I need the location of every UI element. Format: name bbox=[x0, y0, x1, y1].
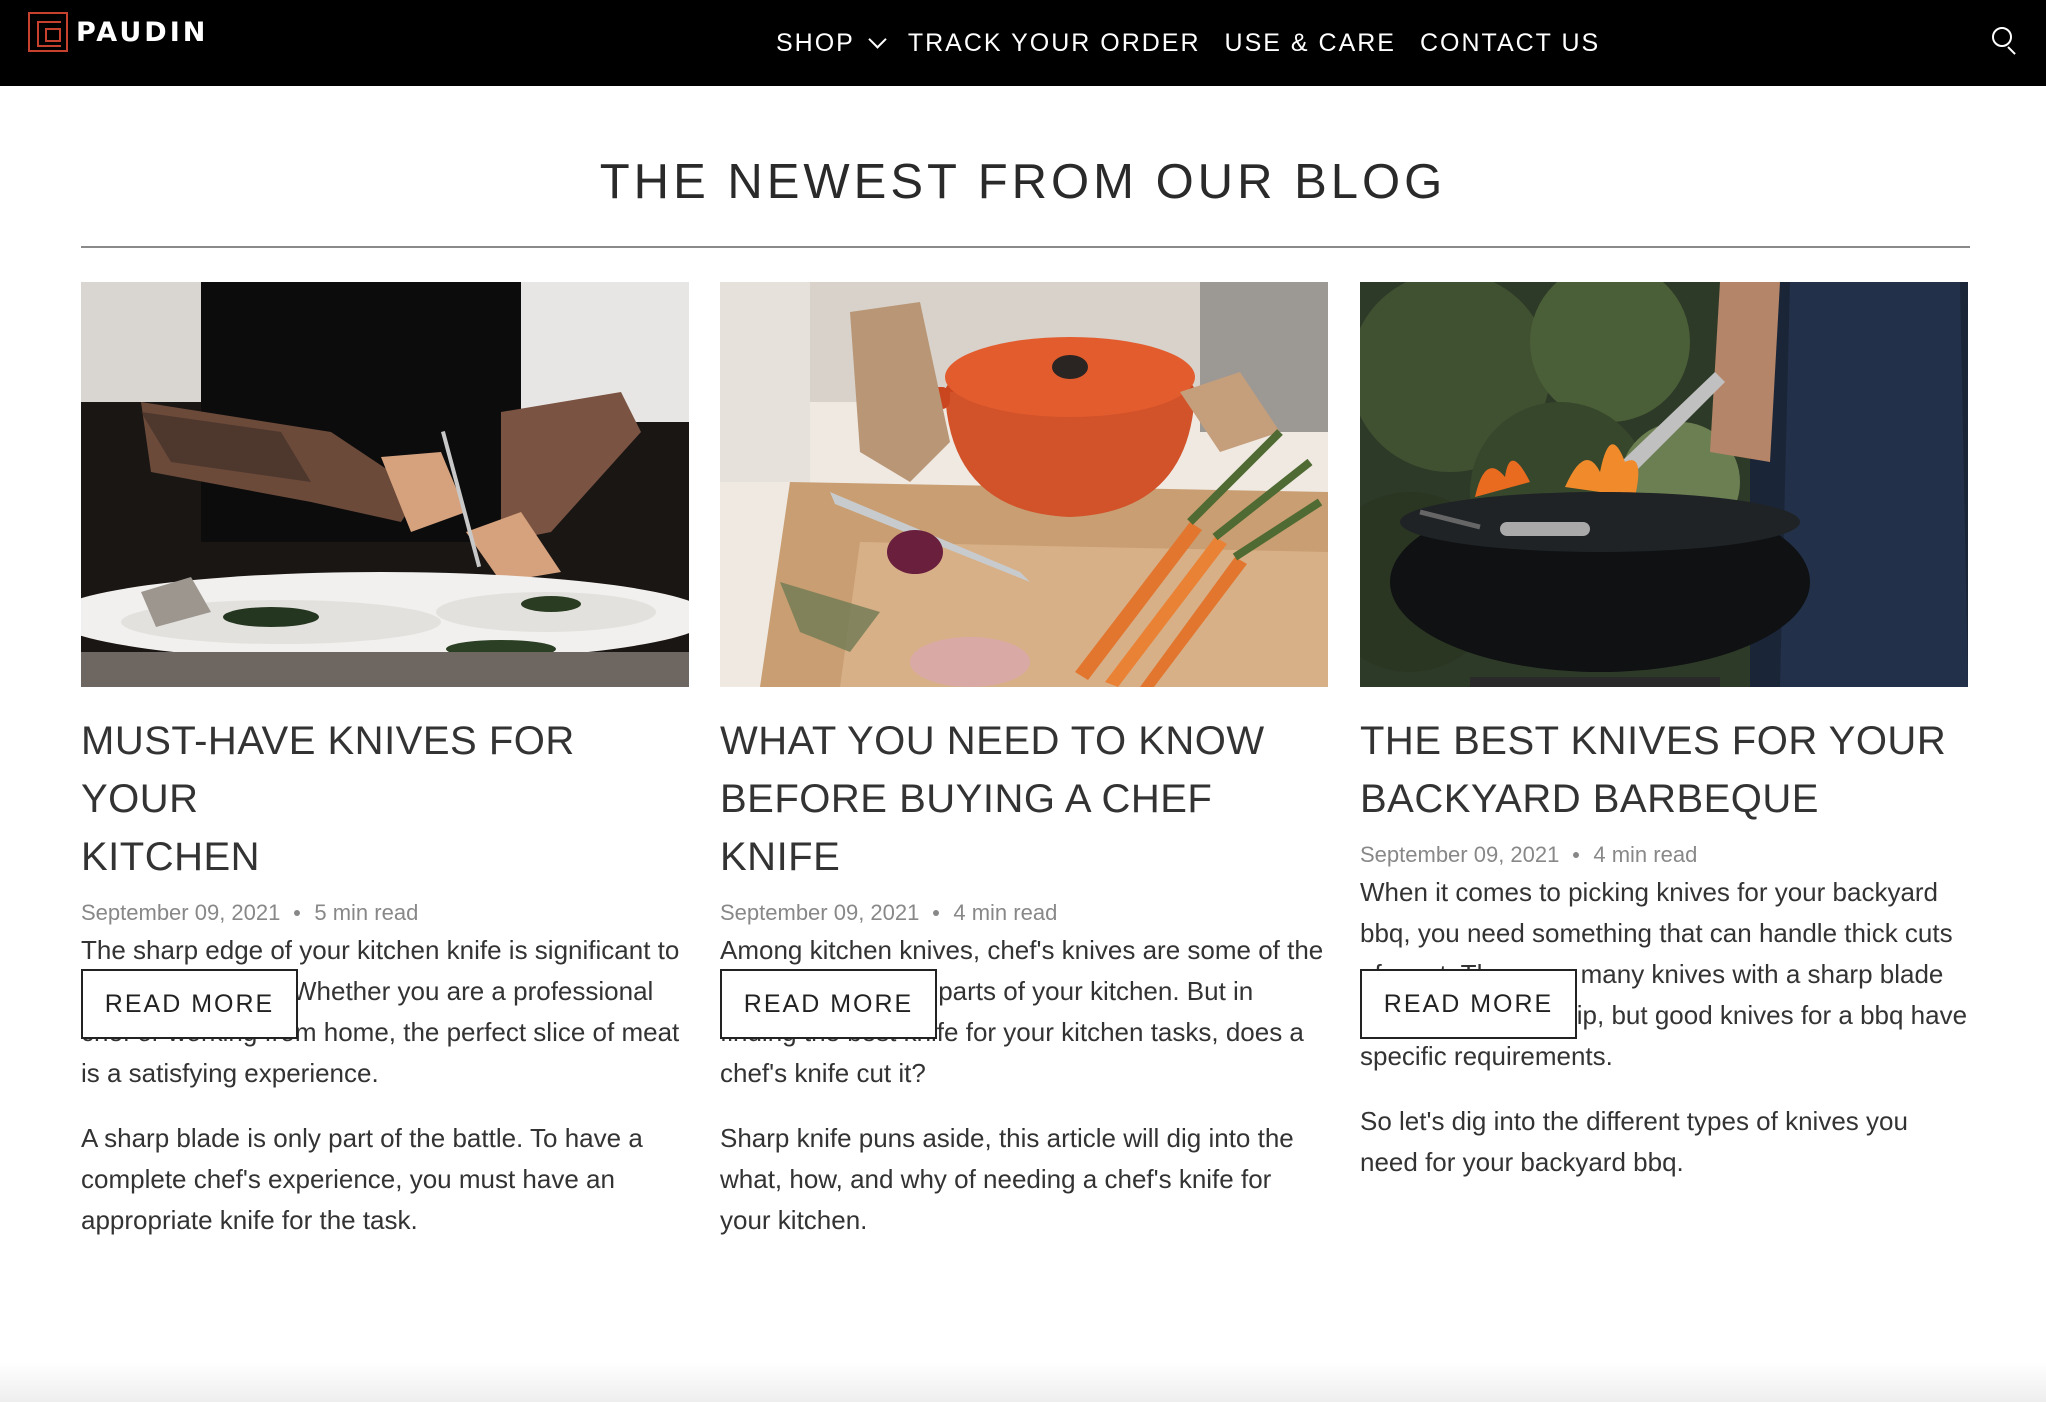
nav-item-contact-us[interactable]: CONTACT US bbox=[1420, 29, 1600, 58]
cooking-pot-photo bbox=[720, 282, 1328, 687]
blog-card-meta: September 09, 2021 4 min read bbox=[720, 900, 1328, 926]
search-icon-handle bbox=[2007, 46, 2016, 55]
brand-logo[interactable]: PAUDIN bbox=[28, 12, 208, 52]
read-time: 4 min read bbox=[953, 900, 1058, 925]
blog-card-title[interactable]: THE BEST KNIVES FOR YOUR BACKYARD BARBEQ… bbox=[1360, 712, 1968, 828]
page-bottom-fade bbox=[0, 1362, 2046, 1402]
section-divider bbox=[81, 246, 1970, 248]
blog-card-meta: September 09, 2021 5 min read bbox=[81, 900, 689, 926]
search-icon[interactable] bbox=[1992, 27, 2020, 55]
blog-card-title[interactable]: WHAT YOU NEED TO KNOW BEFORE BUYING A CH… bbox=[720, 712, 1328, 886]
blog-card: THE BEST KNIVES FOR YOUR BACKYARD BARBEQ… bbox=[1360, 282, 1968, 1183]
post-date: September 09, 2021 bbox=[1360, 842, 1560, 867]
blog-card-title-line: MUST-HAVE KNIVES FOR YOUR bbox=[81, 719, 575, 821]
read-more-button[interactable]: READ MORE bbox=[720, 969, 937, 1039]
nav-item-track-order[interactable]: TRACK YOUR ORDER bbox=[908, 29, 1201, 58]
blog-card-image[interactable] bbox=[720, 282, 1328, 687]
blog-card-title-line: BEFORE BUYING A CHEF KNIFE bbox=[720, 777, 1213, 879]
nav-item-use-care[interactable]: USE & CARE bbox=[1225, 29, 1396, 58]
site-header: PAUDIN SHOP TRACK YOUR ORDER USE & CARE … bbox=[0, 0, 2046, 86]
nav-item-label: TRACK YOUR ORDER bbox=[907, 28, 1201, 57]
post-date: September 09, 2021 bbox=[81, 900, 281, 925]
read-more-button[interactable]: READ MORE bbox=[1360, 969, 1577, 1039]
read-time: 4 min read bbox=[1593, 842, 1698, 867]
nav-item-shop[interactable]: SHOP bbox=[776, 28, 887, 58]
read-more-button[interactable]: READ MORE bbox=[81, 969, 298, 1039]
blog-card-image[interactable] bbox=[1360, 282, 1968, 687]
brand-name: PAUDIN bbox=[76, 16, 209, 48]
blog-card-meta: September 09, 2021 4 min read bbox=[1360, 842, 1968, 868]
nav-item-label: SHOP bbox=[776, 28, 855, 57]
blog-card-title-line: BACKYARD BARBEQUE bbox=[1360, 777, 1819, 821]
excerpt-paragraph: Sharp knife puns aside, this article wil… bbox=[720, 1123, 1294, 1235]
separator-dot-icon bbox=[294, 910, 301, 916]
section-title: THE NEWEST FROM OUR BLOG bbox=[599, 155, 1447, 209]
excerpt-paragraph: A sharp blade is only part of the battle… bbox=[81, 1123, 643, 1235]
search-icon-ring bbox=[1992, 27, 2012, 47]
read-time: 5 min read bbox=[314, 900, 419, 925]
nav-item-label: USE & CARE bbox=[1224, 28, 1396, 57]
blog-card-title[interactable]: MUST-HAVE KNIVES FOR YOUR KITCHEN bbox=[81, 712, 689, 886]
main-nav: SHOP TRACK YOUR ORDER USE & CARE CONTACT… bbox=[776, 0, 1624, 86]
blog-card-title-line: WHAT YOU NEED TO KNOW bbox=[720, 719, 1265, 763]
chevron-down-icon bbox=[868, 29, 887, 49]
bbq-grill-photo bbox=[1360, 282, 1968, 687]
excerpt-paragraph: So let's dig into the different types of… bbox=[1360, 1106, 1908, 1177]
chef-plating-photo bbox=[81, 282, 689, 687]
separator-dot-icon bbox=[933, 910, 940, 916]
blog-card-title-line: THE BEST KNIVES FOR YOUR bbox=[1360, 719, 1947, 763]
blog-card-image[interactable] bbox=[81, 282, 689, 687]
nav-item-label: CONTACT US bbox=[1419, 28, 1601, 57]
blog-card-title-line: KITCHEN bbox=[81, 835, 261, 879]
post-date: September 09, 2021 bbox=[720, 900, 920, 925]
blog-card: MUST-HAVE KNIVES FOR YOUR KITCHEN Septem… bbox=[81, 282, 689, 1241]
separator-dot-icon bbox=[1573, 852, 1580, 858]
paudin-logo-icon bbox=[28, 12, 68, 52]
blog-card: WHAT YOU NEED TO KNOW BEFORE BUYING A CH… bbox=[720, 282, 1328, 1241]
